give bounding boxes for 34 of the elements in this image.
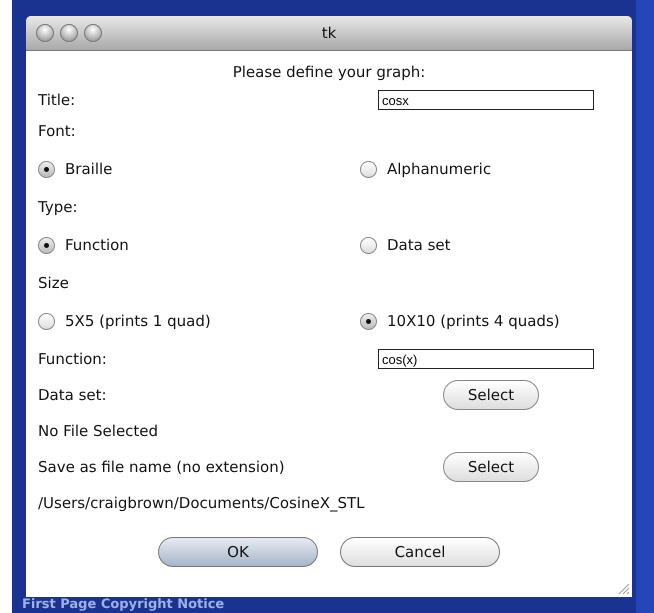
- group-label: Size: [38, 274, 70, 292]
- minimize-button[interactable]: [60, 24, 78, 42]
- radio-button[interactable]: [38, 236, 55, 254]
- option-label: Function: [65, 236, 129, 254]
- radio-button[interactable]: [38, 312, 55, 330]
- title-field[interactable]: cosx: [378, 90, 594, 110]
- group-label: Type:: [38, 198, 79, 216]
- radio-button[interactable]: [38, 160, 55, 178]
- status-text: No File Selected: [38, 422, 160, 440]
- close-button[interactable]: [36, 24, 54, 42]
- select-button[interactable]: Select: [443, 380, 539, 410]
- dialog-button[interactable]: OK: [158, 537, 318, 567]
- radio-button[interactable]: [360, 236, 377, 254]
- background-text: First Page Copyright Notice: [22, 597, 226, 613]
- resize-grip-icon[interactable]: [616, 581, 630, 595]
- field-label: Data set:: [38, 386, 108, 404]
- select-button[interactable]: Select: [443, 452, 539, 482]
- group-label: Font:: [38, 122, 77, 140]
- window-title: tk: [322, 24, 336, 42]
- dialog-heading: Please define your graph:: [232, 63, 426, 81]
- field-label: Save as file name (no extension): [38, 458, 286, 476]
- field-label: Function:: [38, 350, 108, 368]
- radio-button[interactable]: [360, 312, 377, 330]
- function-field[interactable]: cos(x): [378, 349, 594, 369]
- radio-button[interactable]: [360, 160, 377, 178]
- option-label: 5X5 (prints 1 quad): [65, 312, 211, 330]
- option-label: Alphanumeric: [387, 160, 492, 178]
- option-label: Data set: [387, 236, 451, 254]
- file-path: /Users/craigbrown/Documents/CosineX_STL: [38, 494, 365, 512]
- field-label: Title:: [38, 91, 76, 109]
- dialog-button[interactable]: Cancel: [340, 537, 500, 567]
- option-label: Braille: [65, 160, 112, 178]
- option-label: 10X10 (prints 4 quads): [387, 312, 560, 330]
- zoom-button[interactable]: [84, 24, 102, 42]
